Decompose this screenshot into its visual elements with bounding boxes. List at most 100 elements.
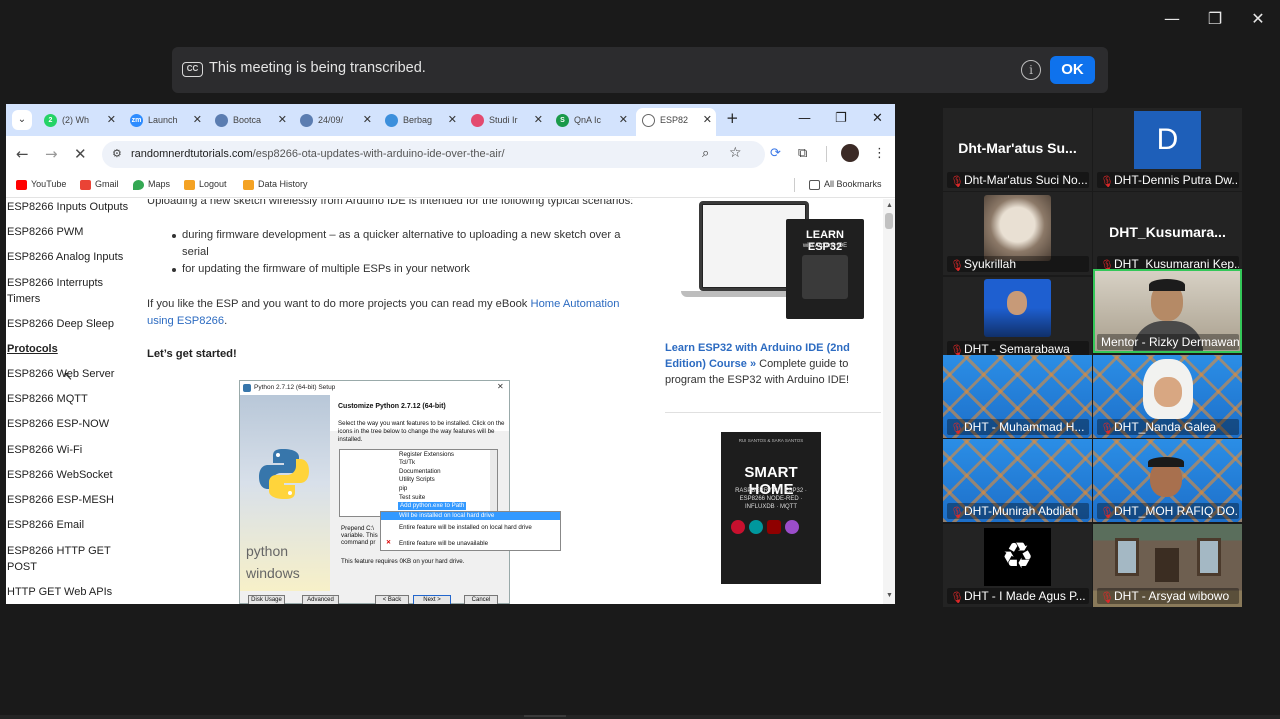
muted-mic-icon: 🎙︎ [950, 591, 964, 604]
more-menu-icon[interactable]: ⋮ [873, 146, 886, 161]
sidebar-heading-protocols[interactable]: Protocols [7, 341, 132, 357]
new-tab-button[interactable]: + [726, 109, 739, 127]
close-tab-icon[interactable]: ✕ [534, 108, 543, 132]
scroll-up-arrow[interactable]: ▲ [886, 202, 893, 209]
bookmark-youtube[interactable]: YouTube [16, 179, 66, 190]
tab-label: Launch [148, 115, 178, 125]
sidebar-link[interactable]: HTTP GET Web APIs [7, 584, 132, 600]
bookmark-gmail[interactable]: Gmail [80, 179, 119, 190]
tab-esp8266-active[interactable]: ESP82 ✕ [636, 108, 716, 136]
participant-tile[interactable]: 🎙︎ DHT-Munirah Abdilah [943, 439, 1092, 522]
book-subtitle: with Arduino IDE [802, 243, 848, 249]
browser-restore-button[interactable]: ❐ [835, 111, 847, 126]
forward-arrow-icon[interactable]: → [45, 145, 58, 163]
profile-avatar[interactable] [841, 144, 859, 162]
sidebar-link[interactable]: ESP8266 PWM [7, 224, 132, 240]
close-tab-icon[interactable]: ✕ [363, 108, 372, 132]
feature-item: Utility Scripts [399, 476, 435, 483]
participant-tile[interactable]: 🎙︎ DHT - Arsyad wibowo [1093, 524, 1242, 607]
bookmark-label: Maps [148, 179, 171, 189]
article-intro: Uploading a new sketch wirelessly from A… [147, 199, 634, 207]
close-window-button[interactable]: ✕ [1247, 8, 1269, 30]
learn-esp32-book: LEARN ESP32 with Arduino IDE [786, 219, 864, 319]
participant-tile[interactable]: DHT_Kusumara... 🎙︎ DHT_Kusumarani Kep... [1093, 192, 1242, 275]
navigation-bar: ← → ✕ ⚙ randomnerdtutorials.com/esp8266-… [6, 136, 895, 172]
sidebar-link[interactable]: ESP8266 MQTT [7, 391, 132, 407]
participant-tile[interactable]: 🎙︎ DHT - Semarabawa [943, 277, 1092, 360]
participant-tile[interactable]: Dht-Mar'atus Su... 🎙︎ Dht-Mar'atus Suci N… [943, 108, 1092, 191]
participant-tile[interactable]: 🎙︎ DHT - Muhammad H... [943, 355, 1092, 438]
sync-extension-icon[interactable]: ⟳ [770, 146, 781, 161]
participant-tile-active-speaker[interactable]: Mentor - Rizky Dermawan [1093, 269, 1242, 353]
participant-tile[interactable]: 🎙︎ Syukrillah [943, 192, 1092, 275]
bookmark-maps[interactable]: Maps [133, 179, 170, 190]
scroll-thumb[interactable] [885, 213, 893, 229]
sidebar-link[interactable]: ESP8266 HTTP GET POST [7, 543, 132, 575]
address-bar[interactable]: ⚙ randomnerdtutorials.com/esp8266-ota-up… [102, 141, 765, 168]
tab-berbagi[interactable]: Berbag ✕ [385, 108, 457, 132]
recycle-icon: ♻ [984, 528, 1051, 586]
sidebar-link[interactable]: ESP8266 Email [7, 517, 132, 533]
browser-minimize-button[interactable]: — [798, 111, 811, 126]
loading-icon [642, 114, 655, 128]
sidebar-link[interactable]: ESP8266 Deep Sleep [7, 316, 132, 332]
sidebar-link[interactable]: ESP8266 Analog Inputs [7, 249, 132, 265]
transcription-banner: CC This meeting is being transcribed. i … [172, 47, 1108, 93]
browser-close-button[interactable]: ✕ [872, 111, 883, 126]
participant-name-text: DHT_MOH RAFIQ DO... [1114, 504, 1239, 518]
close-tab-icon[interactable]: ✕ [448, 108, 457, 132]
tab-bootcamp[interactable]: Bootca ✕ [215, 108, 287, 132]
all-bookmarks-label: All Bookmarks [824, 179, 882, 189]
bookmark-star-icon[interactable]: ☆ [729, 145, 742, 161]
close-tab-icon[interactable]: ✕ [278, 108, 287, 132]
participant-name-text: DHT - Muhammad H... [964, 420, 1085, 434]
zoom-icon[interactable]: ⌕ [702, 146, 709, 161]
sidebar-link[interactable]: ESP8266 ESP-MESH [7, 492, 132, 508]
python-brand-text: python [246, 543, 289, 559]
shared-screen-browser: ⌄ 2 (2) Wh ✕ zm Launch ✕ Bootca ✕ 24/09/ ✕ Ber… [6, 104, 895, 604]
extensions-puzzle-icon[interactable]: ⧉ [798, 146, 807, 161]
stop-loading-icon[interactable]: ✕ [74, 145, 87, 163]
window-image [1197, 538, 1221, 576]
tab-whatsapp[interactable]: 2 (2) Wh ✕ [44, 108, 116, 132]
tab-studi[interactable]: Studi Ir ✕ [471, 108, 543, 132]
sidebar-link[interactable]: ESP8266 Inputs Outputs [7, 199, 132, 215]
close-tab-icon[interactable]: ✕ [193, 108, 202, 132]
python-logo-icon [259, 449, 309, 499]
sidebar-link[interactable]: ESP8266 Wi-Fi [7, 442, 132, 458]
python-setup-screenshot: Python 2.7.12 (64-bit) Setup ✕ python wi… [239, 380, 561, 604]
info-icon[interactable]: i [1021, 60, 1041, 80]
sidebar-link[interactable]: ESP8266 Interrupts Timers [7, 275, 132, 307]
tab-qna[interactable]: S QnA Ic ✕ [556, 108, 628, 132]
paragraph-text: If you like the ESP and you want to do m… [147, 298, 531, 310]
tab-label: QnA Ic [574, 115, 602, 125]
tab-date[interactable]: 24/09/ ✕ [300, 108, 372, 132]
book-title: LEARN ESP32 [806, 229, 844, 253]
scroll-down-arrow[interactable]: ▼ [886, 592, 893, 599]
close-tab-icon[interactable]: ✕ [703, 108, 712, 132]
restore-button[interactable]: ❐ [1204, 8, 1226, 30]
tab-search-icon[interactable]: ⌄ [12, 110, 32, 130]
drag-handle[interactable] [524, 715, 566, 717]
close-tab-icon[interactable]: ✕ [619, 108, 628, 132]
sidebar-link[interactable]: ESP8266 WebSocket [7, 467, 132, 483]
participant-name: 🎙︎ DHT - I Made Agus P... [947, 588, 1089, 604]
site-info-icon[interactable]: ⚙ [112, 147, 122, 160]
participant-tile[interactable]: 🎙︎ DHT_Nanda Galea [1093, 355, 1242, 438]
toolbar-divider [826, 146, 827, 162]
back-arrow-icon[interactable]: ← [16, 145, 29, 163]
close-tab-icon[interactable]: ✕ [107, 108, 116, 132]
feature-item: pip [399, 485, 408, 492]
tab-zoom-launch[interactable]: zm Launch ✕ [130, 108, 202, 132]
participant-name: 🎙︎ Syukrillah [947, 256, 1089, 272]
bookmark-logout[interactable]: Logout [184, 179, 227, 190]
participant-tile[interactable]: D 🎙︎ DHT-Dennis Putra Dw... [1093, 108, 1242, 191]
minimize-button[interactable]: — [1161, 8, 1183, 30]
page-scrollbar[interactable]: ▲ ▼ [883, 199, 895, 604]
participant-tile[interactable]: 🎙︎ DHT_MOH RAFIQ DO... [1093, 439, 1242, 522]
bookmark-data-history[interactable]: Data History [243, 179, 308, 190]
all-bookmarks-button[interactable]: All Bookmarks [809, 179, 882, 190]
ok-button[interactable]: OK [1050, 56, 1095, 84]
sidebar-link[interactable]: ESP8266 ESP-NOW [7, 416, 132, 432]
participant-tile[interactable]: ♻ 🎙︎ DHT - I Made Agus P... [943, 524, 1092, 607]
